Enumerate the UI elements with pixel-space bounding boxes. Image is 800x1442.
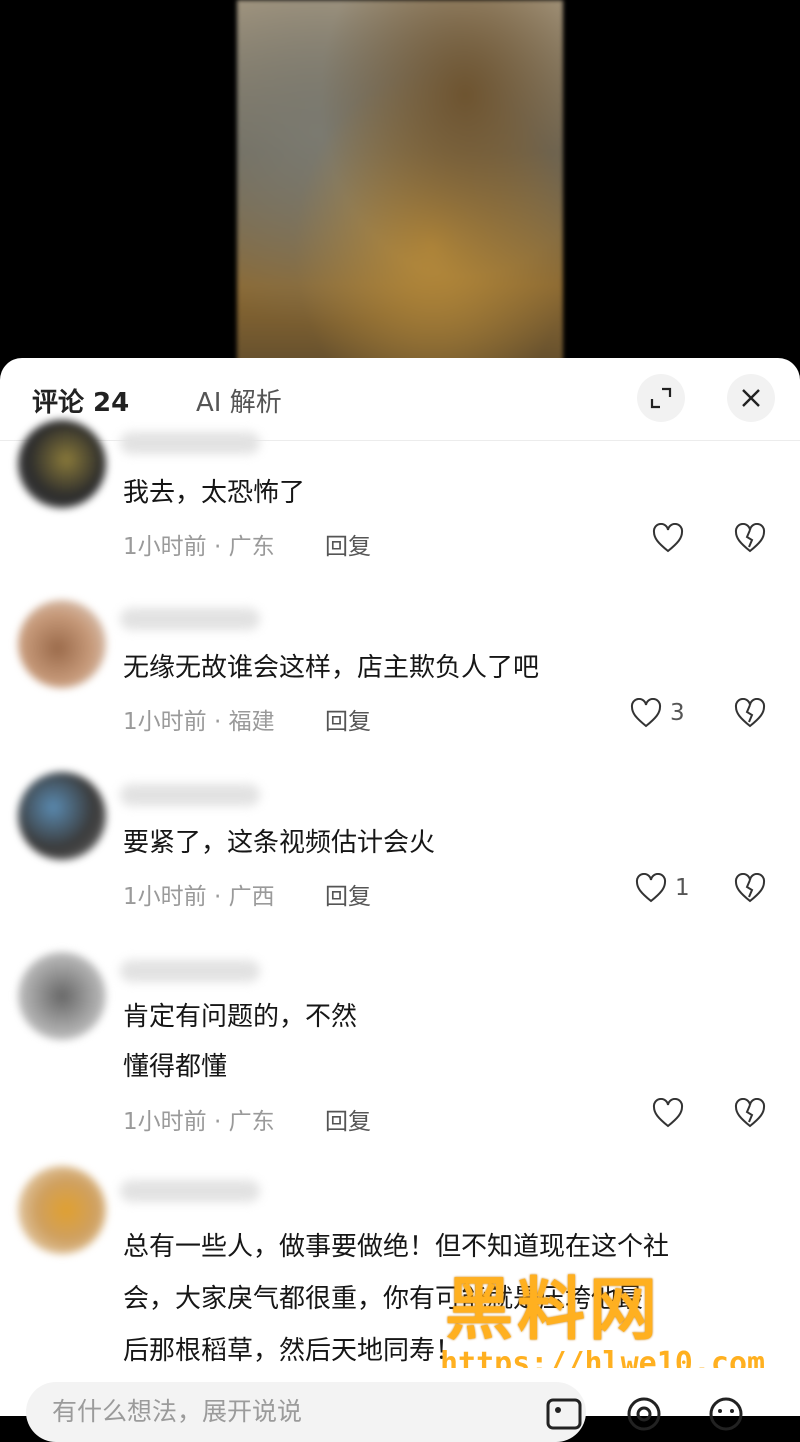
like-button[interactable] [652,523,692,553]
broken-heart-icon [734,697,766,728]
like-button[interactable] [652,1098,692,1128]
dislike-button[interactable] [734,872,766,907]
heart-icon [635,873,667,903]
comment-text: 我去，太恐怖了 [123,478,306,508]
dislike-button[interactable] [734,697,766,732]
comment-meta: 1小时前 · 广东 [123,534,275,560]
comment-item: 我去，太恐怖了 1小时前 · 广东 回复 [0,410,800,580]
reply-button[interactable]: 回复 [325,527,371,561]
image-icon[interactable] [544,1394,584,1434]
avatar[interactable] [18,1166,106,1254]
comment-text: 肯定有问题的，不然 懂得都懂 [123,998,763,1086]
username[interactable] [120,608,260,630]
comment-text-line: 肯定有问题的，不然 [123,1002,358,1032]
video-frame [237,0,563,380]
heart-icon [652,523,684,553]
comment-item: 肯定有问题的，不然 懂得都懂 1小时前 · 广东 回复 [0,938,800,1158]
like-count: 3 [670,700,685,726]
close-icon [742,389,760,407]
reply-button[interactable]: 回复 [325,1102,371,1136]
video-player[interactable] [0,0,800,380]
username[interactable] [120,784,260,806]
expand-icon [650,387,672,409]
dislike-button[interactable] [734,1097,766,1132]
broken-heart-icon [734,1097,766,1128]
username[interactable] [120,1180,260,1202]
comment-meta: 1小时前 · 广东 [123,1109,275,1135]
comment-input-bar: 有什么想法，展开说说 [0,1368,800,1442]
like-count: 1 [675,875,690,901]
avatar[interactable] [18,772,106,860]
username[interactable] [120,960,260,982]
comment-input[interactable]: 有什么想法，展开说说 [26,1382,586,1442]
watermark-logo: 黑料网 [445,1271,662,1350]
comment-item: 要紧了，这条视频估计会火 1小时前 · 广西 回复 1 [0,762,800,932]
reply-button[interactable]: 回复 [325,877,371,911]
comment-text-line: 懂得都懂 [123,1052,228,1082]
heart-icon [630,698,662,728]
dislike-button[interactable] [734,522,766,557]
heart-icon [652,1098,684,1128]
like-button[interactable]: 1 [635,873,690,903]
comments-sheet: 评论 24 AI 解析 我去，太恐怖了 1小时前 · 广东 回复 无缘无故谁会这… [0,358,800,1416]
avatar[interactable] [18,420,106,508]
broken-heart-icon [734,522,766,553]
emoji-icon[interactable] [706,1394,746,1434]
comment-meta: 1小时前 · 福建 [123,709,275,735]
comment-text: 要紧了，这条视频估计会火 [123,828,436,858]
comment-meta: 1小时前 · 广西 [123,884,275,910]
avatar[interactable] [18,600,106,688]
mention-icon[interactable] [624,1394,664,1434]
comment-text-line: 总有一些人，做事要做绝！但不知道现在这个社 [123,1232,670,1262]
broken-heart-icon [734,872,766,903]
comment-text: 无缘无故谁会这样，店主欺负人了吧 [123,653,540,683]
reply-button[interactable]: 回复 [325,702,371,736]
like-button[interactable]: 3 [630,698,685,728]
comment-item: 无缘无故谁会这样，店主欺负人了吧 1小时前 · 福建 回复 3 [0,586,800,756]
avatar[interactable] [18,952,106,1040]
username[interactable] [120,432,260,454]
